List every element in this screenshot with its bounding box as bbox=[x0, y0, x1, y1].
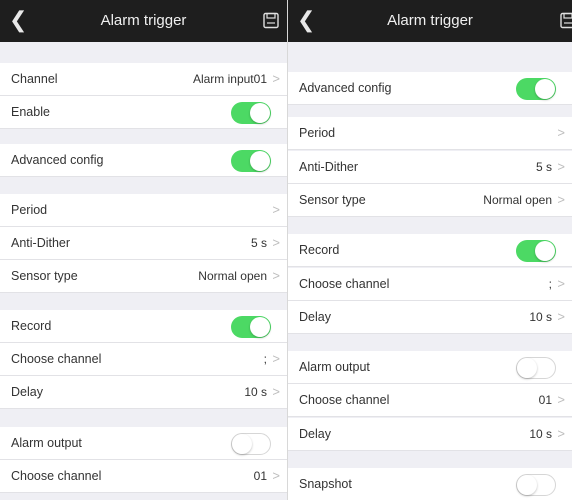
chevron-right-icon: > bbox=[272, 351, 280, 366]
row-label: Choose channel bbox=[299, 393, 390, 407]
enable-toggle[interactable] bbox=[231, 102, 271, 124]
page-title: Alarm trigger bbox=[100, 12, 187, 29]
chevron-right-icon: > bbox=[272, 202, 280, 217]
chevron-right-icon: > bbox=[557, 159, 565, 174]
advanced-config-toggle[interactable] bbox=[516, 78, 556, 100]
toggle-knob bbox=[250, 103, 270, 123]
record-row: Record bbox=[288, 234, 572, 267]
delay-row[interactable]: Delay 10 s > bbox=[0, 376, 287, 409]
chevron-right-icon: > bbox=[272, 268, 280, 283]
row-label: Anti-Dither bbox=[299, 160, 359, 174]
anti-dither-row[interactable]: Anti-Dither 5 s > bbox=[0, 227, 287, 260]
row-label: Anti-Dither bbox=[11, 236, 71, 250]
choose-channel-row[interactable]: Choose channel ; > bbox=[288, 268, 572, 301]
row-value: 01 bbox=[538, 393, 552, 407]
right-screen: ❮ Alarm trigger Advanced config Period >… bbox=[287, 0, 572, 500]
row-label: Snapshot bbox=[299, 477, 352, 491]
advanced-config-toggle[interactable] bbox=[231, 150, 271, 172]
enable-row: Enable bbox=[0, 96, 287, 129]
chevron-right-icon: > bbox=[272, 384, 280, 399]
chevron-right-icon: > bbox=[272, 71, 280, 86]
alarm-output-toggle[interactable] bbox=[231, 433, 271, 455]
choose-channel-row[interactable]: Choose channel 01 > bbox=[288, 384, 572, 417]
snapshot-toggle[interactable] bbox=[516, 474, 556, 496]
left-screen: ❮ Alarm trigger Channel Alarm input01 > … bbox=[0, 0, 287, 500]
toggle-knob bbox=[517, 358, 537, 378]
row-label: Enable bbox=[11, 105, 50, 119]
row-value: 01 bbox=[253, 469, 267, 483]
row-value: 5 s bbox=[250, 236, 267, 250]
chevron-right-icon: > bbox=[557, 309, 565, 324]
chevron-right-icon: > bbox=[557, 392, 565, 407]
row-value: 10 s bbox=[529, 427, 552, 441]
row-value: 5 s bbox=[535, 160, 552, 174]
chevron-right-icon: > bbox=[557, 426, 565, 441]
row-label: Record bbox=[11, 319, 52, 333]
toggle-knob bbox=[535, 79, 555, 99]
chevron-right-icon: > bbox=[557, 192, 565, 207]
sensor-type-row[interactable]: Sensor type Normal open > bbox=[288, 184, 572, 217]
row-value: ; bbox=[263, 352, 267, 366]
advanced-config-row: Advanced config bbox=[288, 72, 572, 105]
record-toggle[interactable] bbox=[516, 240, 556, 262]
snapshot-row: Snapshot bbox=[288, 468, 572, 500]
chevron-right-icon: > bbox=[557, 276, 565, 291]
row-value: Normal open bbox=[483, 193, 552, 207]
toggle-knob bbox=[250, 151, 270, 171]
row-label: Delay bbox=[299, 427, 331, 441]
choose-channel-row[interactable]: Choose channel 01 > bbox=[0, 460, 287, 493]
row-value: 10 s bbox=[244, 385, 267, 399]
row-label: Channel bbox=[11, 72, 58, 86]
page-title: Alarm trigger bbox=[387, 12, 473, 29]
row-label: Period bbox=[299, 126, 336, 140]
choose-channel-row[interactable]: Choose channel ; > bbox=[0, 343, 287, 376]
row-value: Normal open bbox=[198, 269, 267, 283]
alarm-output-row: Alarm output bbox=[288, 351, 572, 384]
chevron-right-icon: > bbox=[272, 235, 280, 250]
row-value: 10 s bbox=[529, 310, 552, 324]
row-label: Advanced config bbox=[11, 153, 104, 167]
alarm-output-toggle[interactable] bbox=[516, 357, 556, 379]
sensor-type-row[interactable]: Sensor type Normal open > bbox=[0, 260, 287, 293]
row-label: Alarm output bbox=[299, 360, 370, 374]
record-row: Record bbox=[0, 310, 287, 343]
delay-row[interactable]: Delay 10 s > bbox=[288, 301, 572, 334]
anti-dither-row[interactable]: Anti-Dither 5 s > bbox=[288, 151, 572, 184]
toggle-knob bbox=[232, 434, 252, 454]
row-value: ; bbox=[548, 277, 552, 291]
toggle-knob bbox=[517, 475, 537, 495]
chevron-right-icon: > bbox=[557, 125, 565, 140]
row-label: Choose channel bbox=[299, 277, 390, 291]
period-row[interactable]: Period > bbox=[0, 194, 287, 227]
row-label: Period bbox=[11, 203, 48, 217]
record-toggle[interactable] bbox=[231, 316, 271, 338]
row-label: Choose channel bbox=[11, 352, 102, 366]
row-label: Sensor type bbox=[11, 269, 78, 283]
save-icon[interactable] bbox=[560, 12, 572, 29]
chevron-right-icon: > bbox=[272, 468, 280, 483]
row-label: Record bbox=[299, 243, 340, 257]
row-label: Sensor type bbox=[299, 193, 366, 207]
period-row[interactable]: Period > bbox=[288, 117, 572, 150]
title-bar: ❮ Alarm trigger bbox=[288, 0, 572, 42]
channel-row[interactable]: Channel Alarm input01 > bbox=[0, 63, 287, 96]
toggle-knob bbox=[250, 317, 270, 337]
row-label: Delay bbox=[11, 385, 43, 399]
row-label: Choose channel bbox=[11, 469, 102, 483]
title-bar: ❮ Alarm trigger bbox=[0, 0, 287, 42]
row-label: Alarm output bbox=[11, 436, 82, 450]
advanced-config-row: Advanced config bbox=[0, 144, 287, 177]
row-value: Alarm input01 bbox=[192, 72, 267, 86]
delay-row[interactable]: Delay 10 s > bbox=[288, 418, 572, 451]
row-label: Delay bbox=[299, 310, 331, 324]
toggle-knob bbox=[535, 241, 555, 261]
alarm-output-row: Alarm output bbox=[0, 427, 287, 460]
save-icon[interactable] bbox=[263, 12, 279, 29]
row-label: Advanced config bbox=[299, 81, 392, 95]
